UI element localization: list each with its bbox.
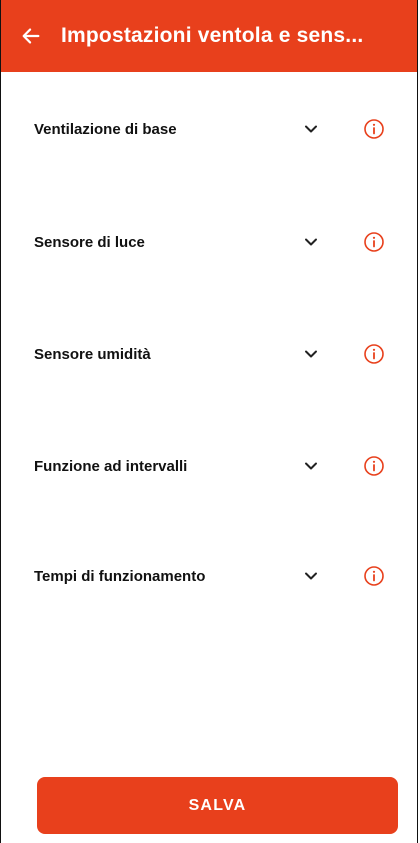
info-icon[interactable] — [363, 118, 385, 140]
chevron-down-icon[interactable] — [301, 456, 321, 476]
app-bar: Impostazioni ventola e sens... — [1, 0, 417, 72]
info-icon[interactable] — [363, 231, 385, 253]
app-screen: Impostazioni ventola e sens... Ventilazi… — [0, 0, 418, 843]
section-label: Ventilazione di base — [34, 120, 177, 138]
save-button[interactable]: SALVA — [37, 777, 398, 834]
section-ventilazione-di-base[interactable]: Ventilazione di base — [1, 109, 417, 149]
chevron-down-icon[interactable] — [301, 566, 321, 586]
chevron-down-icon[interactable] — [301, 232, 321, 252]
section-label: Sensore di luce — [34, 233, 145, 251]
page-title: Impostazioni ventola e sens... — [61, 24, 364, 47]
info-icon[interactable] — [363, 343, 385, 365]
section-funzione-ad-intervalli[interactable]: Funzione ad intervalli — [1, 446, 417, 486]
section-label: Sensore umidità — [34, 345, 151, 363]
chevron-down-icon[interactable] — [301, 119, 321, 139]
back-button[interactable] — [1, 0, 61, 72]
section-tempi-di-funzionamento[interactable]: Tempi di funzionamento — [1, 556, 417, 596]
section-label: Tempi di funzionamento — [34, 567, 206, 585]
info-icon[interactable] — [363, 455, 385, 477]
section-sensore-di-luce[interactable]: Sensore di luce — [1, 222, 417, 262]
section-label: Funzione ad intervalli — [34, 457, 188, 475]
arrow-left-icon — [22, 28, 40, 44]
chevron-down-icon[interactable] — [301, 344, 321, 364]
section-sensore-umidita[interactable]: Sensore umidità — [1, 334, 417, 374]
info-icon[interactable] — [363, 565, 385, 587]
